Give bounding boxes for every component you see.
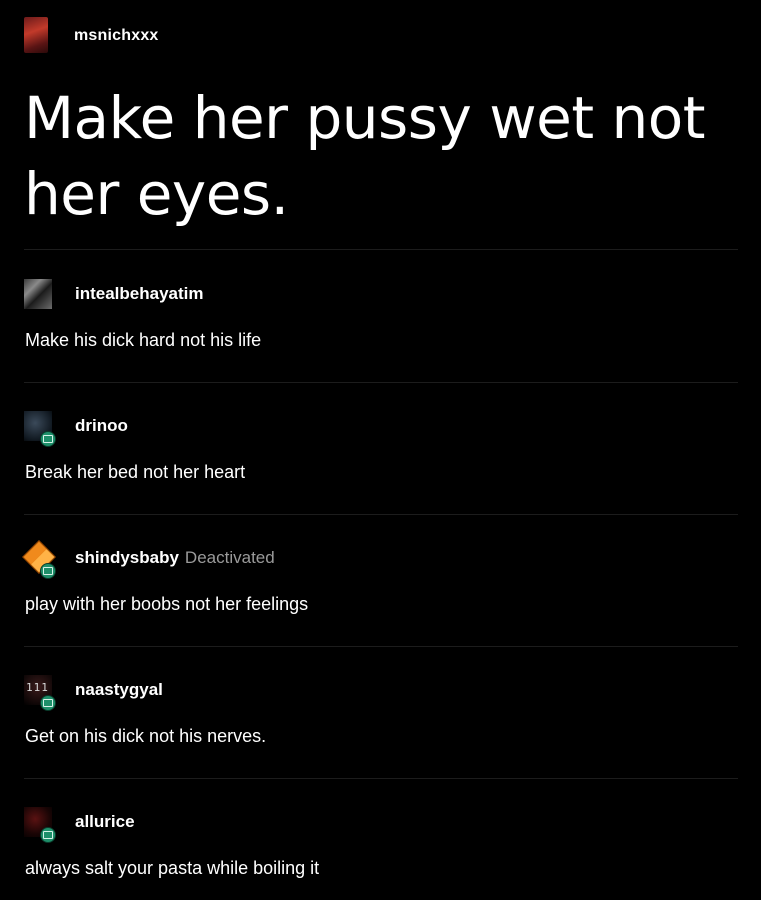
reply-username[interactable]: intealbehayatim: [75, 284, 204, 304]
divider: [24, 514, 738, 515]
reply-header: 111 naastygyal: [24, 673, 738, 711]
reply-text: Break her bed not her heart: [25, 462, 246, 482]
reply-item: 111 naastygyal Get on his dick not his n…: [24, 673, 738, 747]
post-header: msnichxxx: [24, 17, 159, 53]
post-title: Make her pussy wet not her eyes.: [24, 84, 706, 228]
verified-badge-icon: [40, 563, 56, 579]
reply-avatar[interactable]: [24, 279, 52, 309]
reply-header: drinoo: [24, 409, 738, 447]
divider: [24, 778, 738, 779]
reply-avatar[interactable]: [24, 807, 56, 843]
reply-text: play with her boobs not her feelings: [25, 594, 309, 614]
reply-username[interactable]: allurice: [75, 812, 135, 832]
reply-item: shindysbaby Deactivated play with her bo…: [22, 540, 738, 615]
deactivated-label: Deactivated: [184, 548, 275, 567]
op-username[interactable]: msnichxxx: [74, 27, 159, 45]
reply-item: allurice always salt your pasta while bo…: [24, 805, 738, 879]
reply-header: intealbehayatim: [24, 277, 738, 311]
reply-avatar[interactable]: 111: [24, 675, 56, 711]
reply-avatar[interactable]: [22, 540, 56, 579]
reply-avatar[interactable]: [24, 411, 56, 447]
divider: [24, 249, 738, 250]
reply-item: drinoo Break her bed not her heart: [24, 409, 738, 483]
reply-username[interactable]: shindysbaby: [75, 548, 179, 568]
reply-username[interactable]: naastygyal: [75, 680, 163, 700]
verified-badge-icon: [40, 827, 56, 843]
divider: [24, 646, 738, 647]
reply-text: always salt your pasta while boiling it: [25, 858, 320, 878]
reply-header: shindysbaby Deactivated: [22, 540, 738, 579]
reply-text: Get on his dick not his nerves.: [25, 726, 267, 746]
reply-text: Make his dick hard not his life: [25, 330, 262, 350]
verified-badge-icon: [40, 695, 56, 711]
reply-item: intealbehayatim Make his dick hard not h…: [24, 277, 738, 351]
verified-badge-icon: [40, 431, 56, 447]
op-avatar[interactable]: [24, 17, 48, 53]
reply-username[interactable]: drinoo: [75, 416, 128, 436]
reply-header: allurice: [24, 805, 738, 843]
divider: [24, 382, 738, 383]
avatar-digits: 111: [26, 681, 49, 694]
